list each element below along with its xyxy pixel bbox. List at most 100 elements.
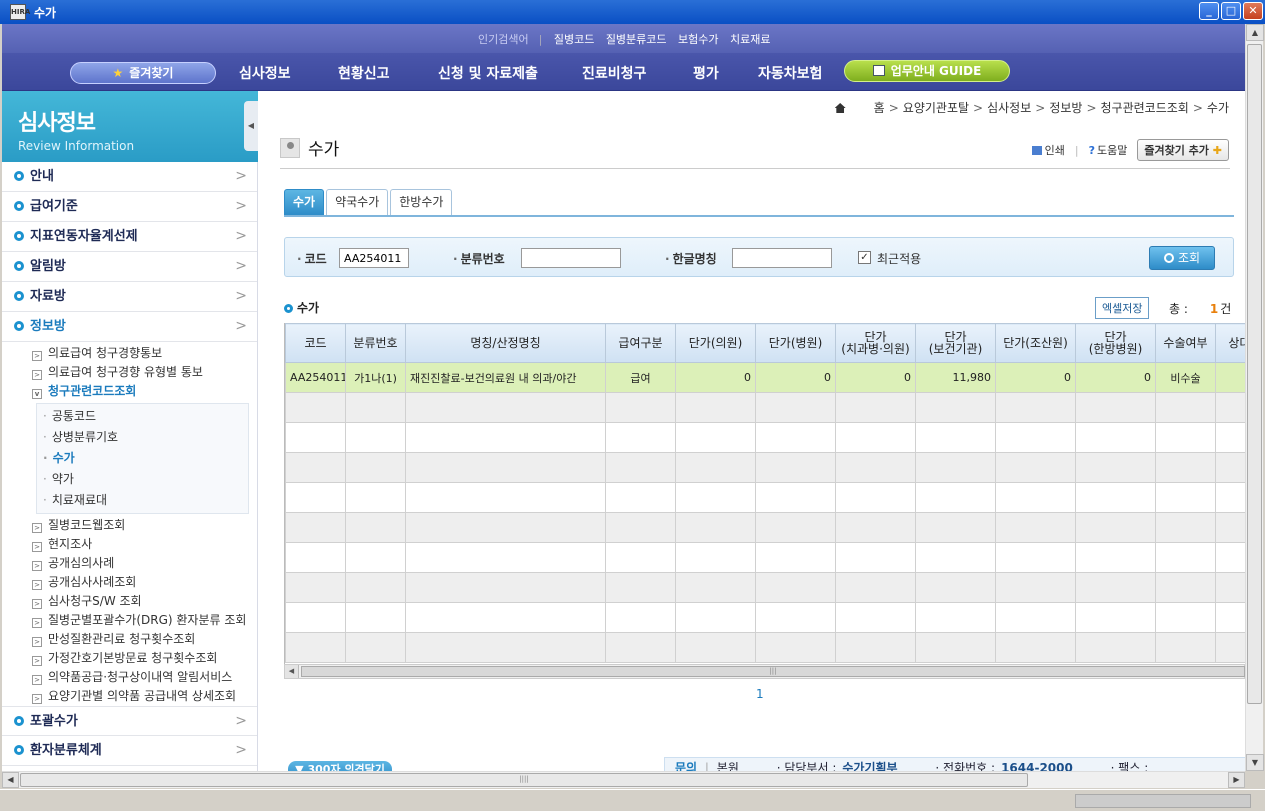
code-input[interactable] <box>339 248 409 268</box>
page-heading: 수가 <box>280 135 339 160</box>
favorites-button[interactable]: ★ 즐겨찾기 <box>70 62 216 84</box>
sidebar-sub3-item[interactable]: · 상병분류기호 <box>37 427 248 448</box>
sidebar-subitem[interactable]: > 가정간호기본방문료 청구횟수조회 <box>2 649 257 668</box>
crumb-item[interactable]: 요양기관포탈 <box>903 101 969 115</box>
crumb-item[interactable]: 청구관련코드조회 <box>1101 101 1189 115</box>
help-button[interactable]: ? 도움말 <box>1089 142 1128 158</box>
sidebar-subitem[interactable]: > 공개심사사례조회 <box>2 573 257 592</box>
scroll-thumb[interactable] <box>1247 44 1262 704</box>
table-cell <box>605 632 676 663</box>
scroll-up-icon[interactable]: ▲ <box>1246 24 1264 41</box>
nav-item-review-info[interactable]: 심사정보 <box>239 63 291 83</box>
scroll-left-icon[interactable]: ◀ <box>2 772 19 788</box>
sidebar-subitem[interactable]: > 공개심의사례 <box>2 554 257 573</box>
scroll-thumb[interactable]: ||| <box>301 666 1245 677</box>
keyword-link[interactable]: 보험수가 <box>678 33 718 46</box>
tab-oriental-fee[interactable]: 한방수가 <box>390 189 453 215</box>
scroll-right-icon[interactable]: ▶ <box>1228 772 1245 788</box>
minimize-icon[interactable]: _ <box>1199 2 1219 20</box>
table-cell <box>1155 572 1216 603</box>
pagination-current[interactable]: 1 <box>756 687 764 701</box>
scroll-down-icon[interactable]: ▼ <box>1246 754 1264 771</box>
sidebar-subitem[interactable]: > 의료급여 청구경향 유형별 통보 <box>2 363 257 382</box>
home-icon[interactable] <box>834 103 846 113</box>
crumb-item[interactable]: 정보방 <box>1049 101 1082 115</box>
close-icon[interactable]: ✕ <box>1243 2 1263 20</box>
sidebar-sub3-item-active[interactable]: · 수가 <box>37 448 248 469</box>
nav-item-billing[interactable]: 진료비청구 <box>582 63 646 83</box>
table-cell <box>285 572 346 603</box>
tab-pharmacy-fee[interactable]: 약국수가 <box>326 189 389 215</box>
excel-save-button[interactable]: 엑셀저장 <box>1095 297 1150 319</box>
sidebar-item-indicator[interactable]: 지표연동자율계선제 > <box>2 222 257 252</box>
table-cell <box>1215 512 1245 543</box>
table-cell <box>995 422 1076 453</box>
sidebar-subitem[interactable]: > 질병군별포괄수가(DRG) 환자분류 조회 <box>2 611 257 630</box>
table-row[interactable]: AA254011 가1나(1) 재진진찰료-보건의료원 내 의과/야간 급여 0 0 0 11… <box>285 362 1245 393</box>
sidebar-sub3-item[interactable]: · 공통코드 <box>37 406 248 427</box>
keyword-link[interactable]: 치료재료 <box>730 33 770 46</box>
print-label: 인쇄 <box>1044 144 1065 157</box>
grid-horizontal-scrollbar[interactable]: ◀ ||| <box>284 664 1245 679</box>
name-label: · 한글명칭 <box>665 252 717 266</box>
column-header: 단가(병원) <box>755 323 836 363</box>
empty-table-row <box>285 512 1245 543</box>
sidebar-item-notice[interactable]: 알림방 > <box>2 252 257 282</box>
guide-button[interactable]: 업무안내 GUIDE <box>844 60 1010 82</box>
nav-item-status-report[interactable]: 현황신고 <box>338 63 390 83</box>
table-cell <box>675 602 756 633</box>
crumb-item[interactable]: 홈 <box>874 101 885 115</box>
search-panel: ·코드 ·분류번호 ·한글명칭 ✓ 최근적용 조회 <box>284 237 1234 277</box>
page-vertical-scrollbar[interactable]: ▲ ▼ <box>1245 24 1264 771</box>
sidebar-item-info-room[interactable]: 정보방 > <box>2 312 257 342</box>
person-icon <box>280 137 300 158</box>
sidebar-subitem[interactable]: > 의약품공급·청구상이내역 알림서비스 <box>2 668 257 687</box>
opinion-toggle-button[interactable]: ▼ 300자 의견달기 <box>288 761 392 771</box>
table-cell <box>835 392 916 423</box>
sidebar-subitem[interactable]: > 현지조사 <box>2 535 257 554</box>
sidebar-item-benefit-standard[interactable]: 급여기준 > <box>2 192 257 222</box>
add-favorite-button[interactable]: 즐겨찾기 추가 ✚ <box>1137 139 1229 161</box>
recent-apply-checkbox[interactable]: ✓ <box>858 251 871 264</box>
nav-item-auto-insurance[interactable]: 자동차보험 <box>758 63 822 83</box>
sidebar-subitem[interactable]: > 요양기관별 의약품 공급내역 상세조회 <box>2 687 257 706</box>
class-number-input[interactable] <box>521 248 621 268</box>
empty-table-row <box>285 452 1245 483</box>
korean-name-input[interactable] <box>732 248 832 268</box>
keyword-link[interactable]: 질병분류코드 <box>606 33 667 46</box>
maximize-icon[interactable]: □ <box>1221 2 1241 20</box>
subitem-label: 현지조사 <box>48 537 93 551</box>
sidebar-subitem[interactable]: > 심사청구S/W 조회 <box>2 592 257 611</box>
sidebar-item-guide[interactable]: 안내 > <box>2 162 257 192</box>
sidebar-item-patient-class[interactable]: 환자분류체계 > <box>2 736 257 766</box>
tab-underline <box>284 215 1234 217</box>
table-cell <box>675 482 756 513</box>
sidebar-collapse-icon[interactable]: ◀ <box>244 101 258 151</box>
print-button[interactable]: 인쇄 <box>1031 142 1065 158</box>
nav-item-submission[interactable]: 신청 및 자료제출 <box>438 63 538 83</box>
sidebar-subitem-claim-code[interactable]: v 청구관련코드조회 <box>2 382 257 401</box>
table-cell <box>1215 572 1245 603</box>
page-horizontal-scrollbar[interactable]: ◀ |||| ▶ <box>2 771 1245 788</box>
search-button[interactable]: 조회 <box>1149 246 1215 270</box>
table-cell <box>755 452 836 483</box>
search-icon <box>1163 253 1174 263</box>
scroll-thumb[interactable]: |||| <box>20 773 1028 787</box>
sidebar-item-library[interactable]: 자료방 > <box>2 282 257 312</box>
sidebar-subitem[interactable]: > 질병코드웹조회 <box>2 516 257 535</box>
sidebar-sub3-item[interactable]: · 약가 <box>37 469 248 490</box>
chevron-right-icon: > <box>235 713 247 729</box>
keyword-link[interactable]: 질병코드 <box>554 33 594 46</box>
sidebar-subitem[interactable]: > 만성질환관리료 청구횟수조회 <box>2 630 257 649</box>
sidebar-sub3-item[interactable]: · 치료재료대 <box>37 490 248 511</box>
sidebar-subitem[interactable]: > 의료급여 청구경향통보 <box>2 344 257 363</box>
empty-table-row <box>285 602 1245 633</box>
tab-fee[interactable]: 수가 <box>284 189 325 215</box>
nav-item-evaluation[interactable]: 평가 <box>693 63 719 83</box>
crumb-item[interactable]: 심사정보 <box>987 101 1031 115</box>
expand-icon: > <box>32 694 42 704</box>
class-label: · 분류번호 <box>453 252 505 266</box>
scroll-left-icon[interactable]: ◀ <box>285 665 299 678</box>
table-cell <box>605 572 676 603</box>
sidebar-item-bundled-fee[interactable]: 포괄수가 > <box>2 706 257 736</box>
